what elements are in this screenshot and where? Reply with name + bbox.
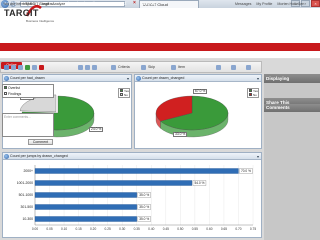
x-tick-label: 0.30 [119, 227, 125, 231]
x-tick-label: 0.35 [134, 227, 140, 231]
panel-header: Count per drawn_changed ▾ [135, 75, 261, 82]
y-tick-label: 2000+ [23, 169, 33, 173]
refresh-icon[interactable] [25, 65, 30, 70]
pie-chart-drawn-changed [155, 95, 229, 138]
legend: Yes No [118, 88, 130, 98]
x-tick-label: 0.25 [105, 227, 111, 231]
settings-icon[interactable] [231, 65, 236, 70]
chart-icon[interactable] [85, 65, 90, 70]
panel-header: Count per had_drawn ▾ [3, 75, 131, 82]
data-label-no: 24.0 % [89, 127, 104, 132]
data-label-no: 33.0 % [173, 132, 188, 137]
user-links: Messages My Profile Morten Hotteßen [235, 2, 319, 6]
data-label: 35.0 % [139, 205, 149, 209]
layout-icon[interactable] [78, 65, 83, 70]
skip-label[interactable]: Skip [148, 64, 155, 71]
x-tick-label: 0.00 [32, 227, 38, 231]
panel-title: Count per jumps by drawn_changed [10, 154, 68, 158]
legend-item-no: No [248, 93, 258, 97]
panel-menu-icon[interactable]: ▾ [257, 154, 259, 159]
criteria-icon[interactable] [111, 65, 116, 70]
chart-icon [136, 76, 141, 81]
panel-header: Count per jumps by drawn_changed ▾ [3, 153, 261, 160]
comment-button[interactable]: Comment [28, 139, 53, 145]
save-icon[interactable] [11, 65, 16, 70]
y-tick-label: 1001-2000 [17, 181, 33, 185]
legend: Yes No [247, 88, 259, 98]
nav-item-support[interactable]: Support [140, 1, 155, 7]
bar-10-300[interactable] [34, 216, 137, 222]
filter-icon[interactable] [216, 65, 221, 70]
x-tick-label: 0.40 [148, 227, 154, 231]
chart-icon [4, 154, 9, 159]
bar-501-1000[interactable] [34, 192, 137, 198]
x-tick-label: 0.60 [206, 227, 212, 231]
x-tick-label: 0.70 [235, 227, 241, 231]
bar-2000+[interactable] [34, 168, 239, 174]
bar-301-500[interactable] [34, 204, 137, 210]
displaying-header: Displaying [264, 74, 320, 83]
y-tick-label: 501-1000 [19, 193, 33, 197]
x-tick-label: 0.05 [46, 227, 52, 231]
legend-item-no: No [119, 93, 129, 97]
criteria-label[interactable]: Criteria [118, 64, 130, 71]
nav-item-connect[interactable]: Connect [110, 1, 126, 7]
y-tick-label: 10-300 [22, 217, 33, 221]
bar-chart-jumps: 0.00 0.05 0.10 0.15 0.20 0.25 0.30 0.35 0.40 0.45… [17, 165, 256, 231]
logo-tagline: Business Intelligence [26, 19, 55, 23]
panel-title: Count per had_drawn [10, 76, 45, 80]
data-label-yes: 67.0 % [193, 89, 208, 94]
item-icon[interactable] [171, 65, 176, 70]
item-label[interactable]: Item [178, 64, 185, 71]
x-tick-label: 0.15 [75, 227, 81, 231]
close-icon[interactable]: × [133, 1, 138, 6]
print-icon[interactable] [18, 65, 23, 70]
breadcrumb: You are here: TARGIT Cloud » Analyze [3, 2, 66, 6]
x-tick-label: 0.20 [90, 227, 96, 231]
user-name-link[interactable]: Morten Hotteßen [277, 2, 304, 6]
panel-title: Count per drawn_changed [142, 76, 185, 80]
pie-panel-drawn-changed: Count per drawn_changed ▾ Yes No 67.0 % … [134, 74, 262, 149]
y-tick-label: 301-500 [21, 205, 34, 209]
x-tick-label: 0.75 [250, 227, 256, 231]
x-tick-label: 0.50 [177, 227, 183, 231]
displaying-list: Overlist Findings [2, 84, 54, 98]
stop-icon[interactable] [39, 65, 44, 70]
data-label: 35.0 % [139, 193, 149, 197]
my-profile-link[interactable]: My Profile [256, 2, 272, 6]
panel-menu-icon[interactable]: ▾ [127, 76, 129, 81]
skip-icon[interactable] [141, 65, 146, 70]
chart-icon [4, 76, 9, 81]
undo-icon[interactable] [32, 65, 37, 70]
folder-icon[interactable] [4, 65, 9, 70]
bar-1001-2000[interactable] [34, 180, 193, 186]
x-tick-label: 0.10 [61, 227, 67, 231]
main-nav [0, 43, 320, 51]
logo[interactable]: TARGIT [4, 8, 39, 18]
breadcrumb-bar [0, 51, 320, 59]
data-label: 35.0 % [139, 217, 149, 221]
comment-textarea[interactable]: Enter comments... [2, 113, 54, 137]
messages-link[interactable]: Messages [235, 2, 251, 6]
table-icon[interactable] [92, 65, 97, 70]
list-item-findings[interactable]: Findings [3, 91, 53, 97]
help-icon[interactable] [246, 65, 251, 70]
x-tick-label: 0.45 [163, 227, 169, 231]
comments-header: Comments [264, 104, 320, 112]
x-tick-label: 0.65 [221, 227, 227, 231]
data-label: 70.0 % [241, 169, 251, 173]
data-label: 54.0 % [194, 181, 204, 185]
panel-menu-icon[interactable]: ▾ [257, 76, 259, 81]
analysis-toolbar: Online Criteria Skip Item [0, 61, 262, 73]
app-header [0, 8, 320, 43]
x-tick-label: 0.55 [192, 227, 198, 231]
bar-panel-jumps: Count per jumps by drawn_changed ▾ 0.00 0… [2, 152, 262, 238]
